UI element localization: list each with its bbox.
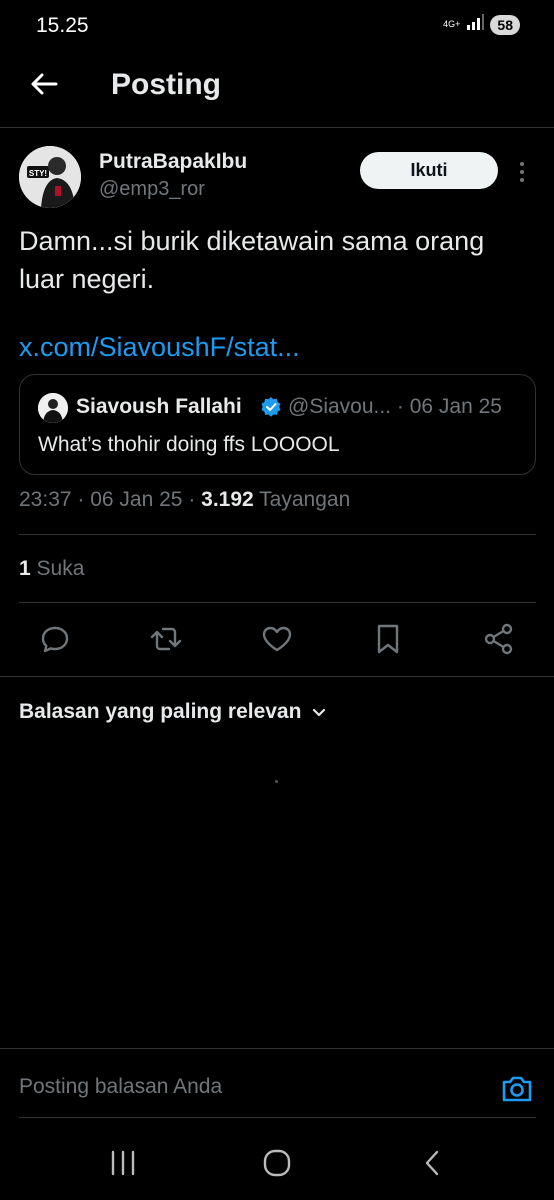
- signal-icon: [466, 14, 485, 35]
- views-label: Tayangan: [253, 488, 351, 511]
- more-vertical-icon: [520, 162, 524, 182]
- post-meta: 23:37 · 06 Jan 25 · 3.192 Tayangan: [19, 488, 351, 511]
- quote-author-name: Siavoush Fallahi: [76, 395, 242, 418]
- back-button[interactable]: [28, 68, 60, 100]
- post-time: 23:37: [19, 488, 72, 511]
- top-bar: Posting: [0, 56, 554, 128]
- post-date: 06 Jan 25: [90, 488, 183, 511]
- divider: [19, 1117, 536, 1118]
- repost-button[interactable]: [149, 622, 183, 656]
- loading-indicator: [275, 780, 278, 783]
- likes-label: Suka: [30, 557, 85, 580]
- bookmark-icon: [377, 624, 399, 654]
- camera-icon: [502, 1076, 532, 1102]
- quoted-post[interactable]: Siavoush Fallahi @Siavou... · 06 Jan 25 …: [19, 374, 536, 475]
- divider: [19, 534, 536, 535]
- divider: [0, 676, 554, 677]
- likes-count: 1: [19, 557, 31, 580]
- divider: [19, 602, 536, 603]
- status-bar: 15.25 4G+ 58: [0, 0, 554, 56]
- home-icon: [263, 1149, 291, 1177]
- bookmark-button[interactable]: [371, 622, 405, 656]
- likes-count-link[interactable]: 1 Suka: [19, 557, 84, 581]
- system-nav-bar: [0, 1130, 554, 1200]
- reply-input[interactable]: [19, 1075, 479, 1099]
- reply-sort-dropdown[interactable]: Balasan yang paling relevan: [19, 700, 327, 724]
- views-count: 3.192: [201, 488, 254, 511]
- recent-apps-button[interactable]: [103, 1148, 143, 1178]
- reply-button[interactable]: [38, 622, 72, 656]
- share-button[interactable]: [482, 622, 516, 656]
- share-icon: [484, 623, 513, 655]
- verified-badge-icon: [260, 396, 282, 418]
- quote-author-avatar: [38, 393, 68, 423]
- status-icons: 4G+ 58: [443, 14, 520, 35]
- post-text: Damn...si burik diketawain sama orang lu…: [19, 226, 485, 294]
- reply-sort-label: Balasan yang paling relevan: [19, 700, 302, 723]
- chevron-down-icon: [313, 708, 326, 717]
- like-icon: [262, 626, 292, 652]
- more-options-button[interactable]: [514, 160, 530, 184]
- camera-button[interactable]: [500, 1073, 534, 1105]
- arrow-left-icon: [31, 73, 58, 95]
- follow-button[interactable]: Ikuti: [360, 152, 498, 189]
- reply-icon: [41, 626, 69, 653]
- post-link[interactable]: x.com/SiavoushF/stat...: [19, 332, 300, 363]
- network-indicator: 4G+: [443, 19, 461, 29]
- repost-icon: [150, 627, 182, 651]
- author-avatar[interactable]: STY!: [19, 146, 81, 208]
- author-name[interactable]: PutraBapakIbu: [99, 150, 247, 174]
- quote-meta: @Siavou... · 06 Jan 25: [288, 395, 502, 418]
- chevron-left-icon: [425, 1150, 439, 1176]
- home-button[interactable]: [257, 1148, 297, 1178]
- like-button[interactable]: [260, 622, 294, 656]
- reply-composer: [0, 1048, 554, 1118]
- status-time: 15.25: [36, 14, 89, 37]
- page-title: Posting: [111, 68, 221, 101]
- battery-indicator: 58: [490, 14, 520, 35]
- quote-text: What’s thohir doing ffs LOOOOL: [38, 433, 340, 456]
- avatar-label: STY!: [29, 169, 47, 178]
- recent-apps-icon: [111, 1150, 135, 1176]
- back-nav-button[interactable]: [413, 1148, 453, 1178]
- author-handle[interactable]: @emp3_ror: [99, 178, 205, 201]
